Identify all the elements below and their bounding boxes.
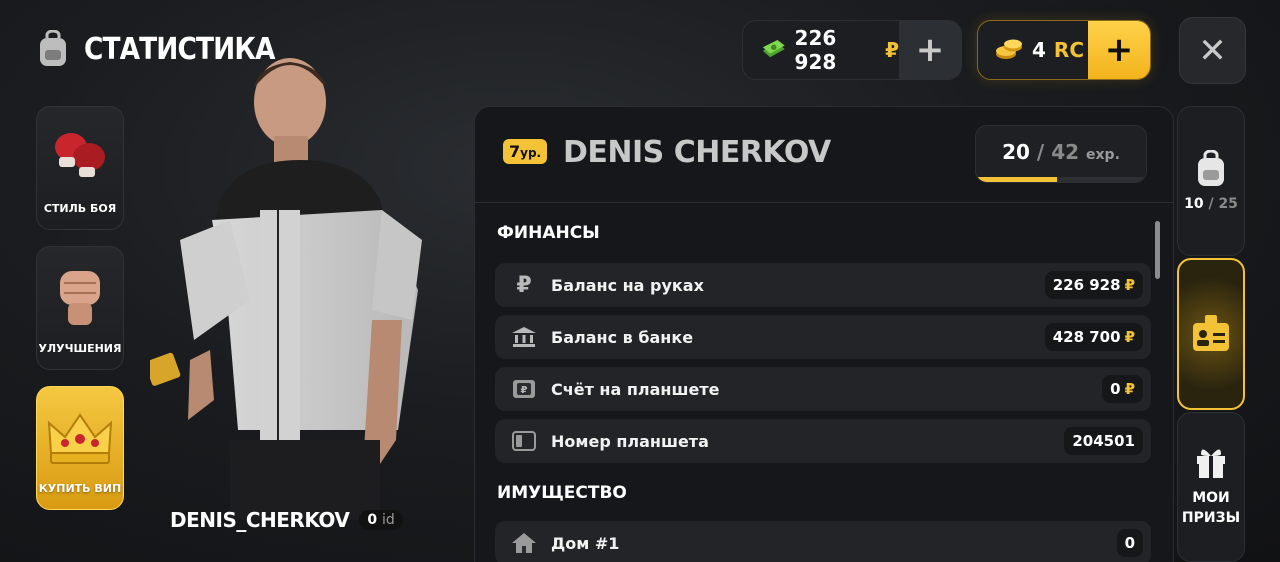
profile-header: 7ур. DENIS CHERKOV 20 / 42 exp. xyxy=(475,107,1173,203)
boxing-gloves-icon xyxy=(55,133,105,177)
buy-vip-button[interactable]: КУПИТЬ ВИП xyxy=(36,386,124,510)
finance-row-label: Счёт на планшете xyxy=(551,379,720,399)
rc-label: RC xyxy=(1053,38,1084,62)
inventory-used: 10 xyxy=(1184,196,1204,212)
exp-current: 20 xyxy=(1002,140,1030,164)
level-suffix: ур. xyxy=(520,146,542,160)
finance-row-label: Баланс на руках xyxy=(551,275,704,295)
inventory-count: 10 / 25 xyxy=(1184,196,1238,212)
upgrades-button[interactable]: УЛУЧШЕНИЯ xyxy=(36,246,124,370)
finance-row-bank[interactable]: Баланс в банке 428 700 ₽ xyxy=(495,315,1151,359)
rc-balance: 4 RC + xyxy=(977,20,1151,80)
add-money-button[interactable]: + xyxy=(899,21,961,79)
property-title: ИМУЩЕСТВО xyxy=(497,483,627,503)
finance-row-value: 204501 xyxy=(1064,427,1143,455)
id-card-icon xyxy=(1193,315,1229,351)
tab-my-prizes[interactable]: МОИ ПРИЗЫ xyxy=(1177,412,1245,562)
add-rc-button[interactable]: + xyxy=(1088,21,1150,79)
finance-row-cash[interactable]: ₽ Баланс на руках 226 928 ₽ xyxy=(495,263,1151,307)
level-number: 7 xyxy=(509,142,521,161)
prizes-label-line1: МОИ xyxy=(1192,490,1230,506)
tab-inventory[interactable]: 10 / 25 xyxy=(1177,106,1245,256)
finance-row-tablet-account[interactable]: ₽ Счёт на планшете 0 ₽ xyxy=(495,367,1151,411)
cash-icon xyxy=(762,39,785,58)
finance-row-value: 428 700 ₽ xyxy=(1044,323,1143,351)
tablet-icon xyxy=(509,429,539,453)
stats-panel: 7ур. DENIS CHERKOV 20 / 42 exp. ФИНАНСЫ … xyxy=(474,106,1174,562)
house-icon xyxy=(509,531,539,555)
gift-icon xyxy=(1197,449,1225,478)
exp-separator: / xyxy=(1036,140,1045,164)
tab-profile[interactable] xyxy=(1177,258,1245,410)
tablet-balance-currency: ₽ xyxy=(1124,380,1135,398)
upgrades-label: УЛУЧШЕНИЯ xyxy=(38,342,122,355)
fight-style-button[interactable]: СТИЛЬ БОЯ xyxy=(36,106,124,230)
finance-row-value: 0 ₽ xyxy=(1102,375,1143,403)
finance-row-value: 226 928 ₽ xyxy=(1044,271,1143,299)
ruble-icon: ₽ xyxy=(516,272,532,298)
tablet-balance-value: 0 xyxy=(1110,380,1121,398)
player-id-badge: 0 id xyxy=(359,510,403,530)
bank-currency: ₽ xyxy=(1124,328,1135,346)
tablet-account-icon: ₽ xyxy=(509,377,539,401)
player-name: DENIS_CHERKOV xyxy=(170,508,350,532)
bank-icon xyxy=(509,325,539,349)
profile-name: DENIS CHERKOV xyxy=(563,135,831,170)
backpack-icon xyxy=(40,30,66,66)
finance-row-label: Баланс в банке xyxy=(551,327,694,347)
crown-icon xyxy=(47,413,113,464)
finance-row-label: Номер планшета xyxy=(551,431,709,451)
fist-icon xyxy=(60,271,100,325)
coins-icon xyxy=(996,39,1022,59)
finances-title: ФИНАНСЫ xyxy=(497,223,600,243)
cash-currency: ₽ xyxy=(1124,276,1135,294)
tablet-number-value: 204501 xyxy=(1072,432,1135,450)
experience-box: 20 / 42 exp. xyxy=(975,125,1147,183)
svg-text:₽: ₽ xyxy=(521,385,528,396)
inventory-max: 25 xyxy=(1218,196,1238,212)
property-row-house[interactable]: Дом #1 0 xyxy=(495,521,1151,562)
buy-vip-label: КУПИТЬ ВИП xyxy=(38,482,122,495)
money-amount: 226 928 xyxy=(794,26,837,74)
player-id-label: id xyxy=(382,512,395,528)
bank-value: 428 700 xyxy=(1052,328,1121,346)
finance-row-tablet-number[interactable]: Номер планшета 204501 xyxy=(495,419,1151,463)
exp-progress-fill xyxy=(976,177,1057,182)
rc-amount: 4 xyxy=(1032,38,1046,62)
prizes-label-line2: ПРИЗЫ xyxy=(1181,510,1241,526)
prizes-label: МОИ ПРИЗЫ xyxy=(1182,488,1240,528)
cash-value: 226 928 xyxy=(1052,276,1121,294)
close-button[interactable]: ✕ xyxy=(1179,17,1246,84)
exp-max: 42 xyxy=(1051,140,1080,164)
property-row-value: 0 xyxy=(1116,529,1143,557)
player-id-value: 0 xyxy=(367,512,378,528)
player-nameplate: DENIS_CHERKOV 0 id xyxy=(170,508,403,532)
money-symbol: ₽ xyxy=(885,38,899,62)
fight-style-label: СТИЛЬ БОЯ xyxy=(43,202,117,215)
panel-scrollbar[interactable] xyxy=(1155,221,1160,279)
money-balance: 226 928 ₽ + xyxy=(742,20,962,80)
exp-progress-bar xyxy=(976,177,1146,182)
exp-unit: exp. xyxy=(1086,147,1120,163)
level-badge: 7ур. xyxy=(503,139,548,164)
backpack-icon xyxy=(1198,150,1224,186)
inventory-separator: / xyxy=(1208,196,1214,212)
player-character-model xyxy=(150,58,422,520)
property-row-label: Дом #1 xyxy=(551,533,620,553)
